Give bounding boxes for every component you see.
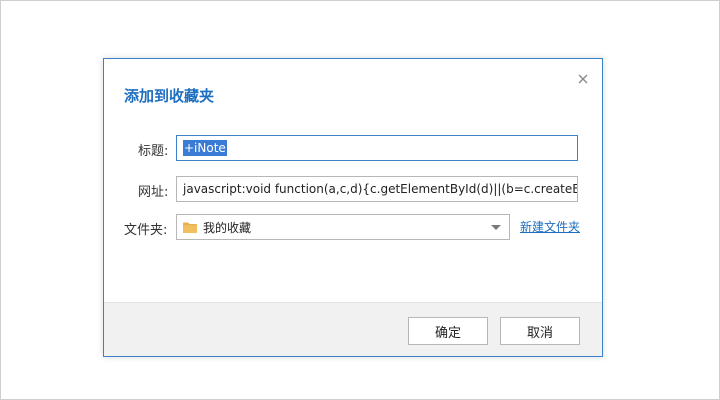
ok-button[interactable]: 确定 xyxy=(408,317,488,345)
chevron-down-icon xyxy=(491,225,501,230)
add-favorite-dialog: 添加到收藏夹 标题: +iNote 网址: javascript:void fu… xyxy=(103,58,603,357)
new-folder-link[interactable]: 新建文件夹 xyxy=(520,218,580,235)
dialog-title: 添加到收藏夹 xyxy=(124,87,215,105)
title-label: 标题: xyxy=(138,144,169,159)
dialog-footer: 确定 取消 xyxy=(104,302,602,356)
url-input-value: javascript:void function(a,c,d){c.getEle… xyxy=(183,182,577,196)
url-label: 网址: xyxy=(138,185,169,200)
folder-select-value: 我的收藏 xyxy=(203,220,252,235)
cancel-button[interactable]: 取消 xyxy=(500,317,580,345)
folder-select[interactable]: 我的收藏 xyxy=(176,214,510,240)
close-icon[interactable] xyxy=(576,71,590,85)
folder-label: 文件夹: xyxy=(124,223,168,238)
folder-icon xyxy=(183,222,197,233)
url-input[interactable]: javascript:void function(a,c,d){c.getEle… xyxy=(176,176,578,202)
title-input[interactable]: +iNote xyxy=(176,135,578,161)
title-input-value: +iNote xyxy=(183,140,227,156)
window-frame: 添加到收藏夹 标题: +iNote 网址: javascript:void fu… xyxy=(0,0,720,400)
